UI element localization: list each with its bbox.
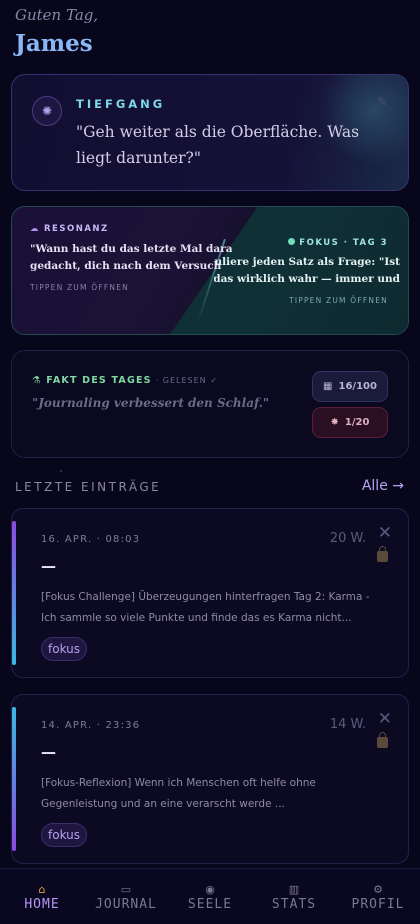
lock-icon [377,546,388,562]
entry-tag[interactable]: fokus [41,637,88,661]
tiefgang-label: TIEFGANG [76,97,166,111]
greeting: Guten Tag, [15,6,99,24]
fakt-count-badge: ▦ 16/100 [312,371,388,402]
close-icon[interactable]: ✕ [378,709,392,729]
gear-icon: ⚙ [373,883,383,896]
nav-journal[interactable]: ▭ JOURNAL [84,869,168,924]
microscope-icon: ⚗ [32,375,47,386]
lock-icon [377,732,388,748]
tiefgang-card[interactable]: ✺ TIEFGANG "Geh weiter als die Oberfläch… [11,74,409,191]
cloud-icon: ☁ [30,224,40,234]
spark-icon: ✸ [330,417,339,428]
entry-date: 14. APR. · 23:36 [41,720,141,731]
fokus-tap-hint: TIPPEN ZUM ÖFFNEN [289,296,388,305]
fakt-label: ⚗ FAKT DES TAGES · GELESEN ✓ [32,375,218,386]
fakt-card[interactable]: ⚗ FAKT DES TAGES · GELESEN ✓ "Journaling … [11,350,409,458]
books-icon: ▦ [323,381,333,392]
bottom-nav: ⌂ HOME ▭ JOURNAL ◉ SEELE ▥ STATS ⚙ PROFI… [0,868,420,924]
entry-word-count: 20 W. [329,531,366,546]
nav-home[interactable]: ⌂ HOME [0,869,84,924]
entry-word-count: 14 W. [329,717,366,732]
entry-card[interactable]: 14. APR. · 23:36 14 W. ✕ — [Fokus-Reflex… [11,694,409,864]
orb-icon: ✺ [32,96,62,126]
focus-dot-icon [288,238,296,245]
fakt-points-badge: ✸ 1/20 [312,407,388,438]
resonanz-tap-hint: TIPPEN ZUM ÖFFNEN [30,283,129,292]
entry-body: [Fokus Challenge] Überzeugungen hinterfr… [41,591,370,624]
pencil-icon[interactable]: ✎ [377,95,388,110]
resonanz-fokus-card: ☁ RESONANZ "Wann hast du das letzte Mal d… [11,206,409,335]
house-icon: ⌂ [38,883,46,896]
user-name: James [15,30,93,57]
resonanz-text: "Wann hast du das letzte Mal daran gedac… [30,243,232,272]
book-icon: ▭ [120,883,132,896]
fakt-status: · GELESEN ✓ [155,376,218,385]
fokus-text: muliere jeden Satz als Frage: "Ist das w… [214,256,400,285]
nav-stats[interactable]: ▥ STATS [252,869,336,924]
fokus-label: FOKUS · TAG 3 [288,238,388,248]
entries-section-title: LETZTE EINTRÄGE [15,480,162,494]
entry-tag[interactable]: fokus [41,823,88,847]
soul-icon: ◉ [205,883,215,896]
entry-card[interactable]: 16. APR. · 08:03 20 W. ✕ — [Fokus Challe… [11,508,409,678]
entry-date: 16. APR. · 08:03 [41,534,141,545]
close-icon[interactable]: ✕ [378,523,392,543]
resonanz-label: ☁ RESONANZ [30,224,109,234]
chart-icon: ▥ [288,883,300,896]
all-entries-link[interactable]: Alle → [362,478,404,494]
fakt-text: "Journaling verbessert den Schlaf." [32,396,270,410]
entry-body: [Fokus-Reflexion] Wenn ich Menschen oft … [41,777,316,810]
nav-seele[interactable]: ◉ SEELE [168,869,252,924]
nav-profil[interactable]: ⚙ PROFIL [336,869,420,924]
tiefgang-quote: "Geh weiter als die Oberfläche. Was lieg… [76,123,360,167]
entry-title: — [41,557,56,575]
entry-accent-bar [12,707,16,851]
entry-accent-bar [12,521,16,665]
entry-title: — [41,743,56,761]
